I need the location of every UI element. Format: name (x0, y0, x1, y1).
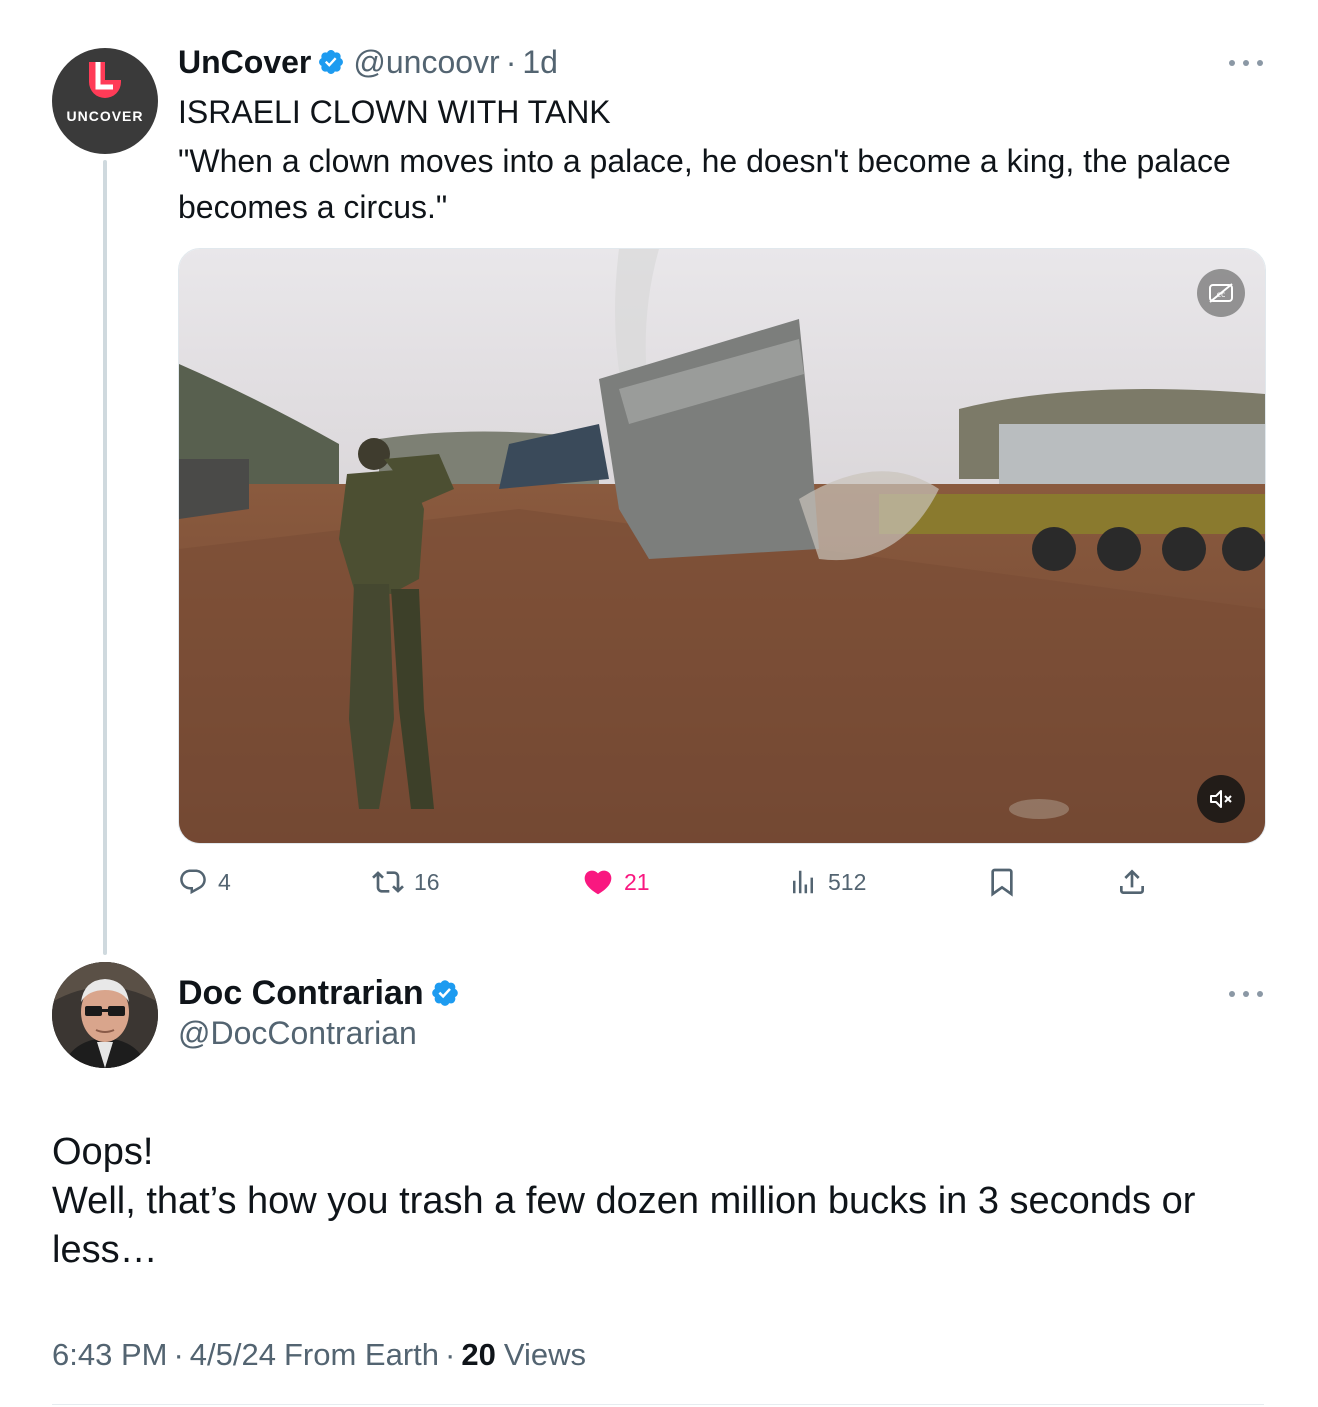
display-name[interactable]: UnCover (178, 44, 311, 81)
tweet-body-line: Well, that’s how you trash a few dozen m… (52, 1180, 1196, 1222)
separator: · (445, 1337, 456, 1372)
views-button[interactable]: 512 (788, 862, 866, 902)
post-time[interactable]: 6:43 PM (52, 1337, 167, 1373)
more-icon[interactable] (1229, 58, 1263, 68)
separator: · (173, 1337, 184, 1372)
more-icon[interactable] (1229, 989, 1263, 999)
thread-connector-line (103, 160, 107, 955)
avatar-logo-text: UNCOVER (66, 108, 144, 124)
post-date[interactable]: 4/5/24 (190, 1337, 276, 1373)
video-frame (179, 249, 1265, 843)
views-count: 20 (461, 1337, 496, 1372)
repost-button[interactable]: 16 (372, 862, 440, 902)
tweet-title: ISRAELI CLOWN WITH TANK (178, 94, 611, 130)
handle[interactable]: @uncoovr (353, 44, 499, 81)
separator: · (505, 43, 517, 80)
views-count: 512 (828, 868, 867, 895)
repost-count: 16 (414, 868, 440, 895)
like-button[interactable]: 21 (582, 862, 650, 902)
tweet-body: Oops! Well, that’s how you trash a few d… (52, 1128, 1232, 1275)
views-label: Views (503, 1337, 586, 1372)
captions-off-icon[interactable]: cc (1197, 269, 1245, 317)
handle[interactable]: @DocContrarian (178, 1015, 417, 1052)
post-source: From Earth (283, 1337, 440, 1372)
doc-contrarian-avatar[interactable] (52, 962, 158, 1068)
reply-icon (180, 869, 206, 895)
reply-button[interactable]: 4 (178, 862, 231, 902)
tweet-metadata: 6:43 PM · 4/5/24 From Earth · 20 Views (52, 1334, 586, 1376)
tweet-header: Doc Contrarian (178, 972, 468, 1014)
tweet-header: UnCover @uncoovr · 1d (178, 42, 558, 82)
profile-photo (52, 962, 158, 1068)
heart-filled-icon (584, 870, 612, 895)
views-bar-chart-icon (793, 870, 813, 894)
tweet-body-line: Oops! (52, 1131, 154, 1173)
share-icon[interactable] (1116, 862, 1148, 902)
verified-badge-icon (319, 50, 344, 74)
video-player[interactable]: cc (178, 248, 1266, 844)
uncover-avatar[interactable]: UNCOVER (52, 48, 158, 154)
tweet-body-line: less… (52, 1229, 158, 1271)
muted-speaker-icon[interactable] (1197, 775, 1245, 823)
bookmark-icon[interactable] (986, 862, 1018, 902)
divider (52, 1404, 1264, 1405)
display-name[interactable]: Doc Contrarian (178, 974, 424, 1013)
tweet-quote: "When a clown moves into a palace, he do… (178, 143, 1231, 225)
reply-count: 4 (218, 868, 231, 895)
like-count: 21 (624, 868, 650, 895)
timestamp[interactable]: 1d (522, 44, 558, 81)
verified-badge-icon (431, 980, 458, 1006)
tweet-thread: UNCOVER UnCover @uncoovr · 1d ISRAELI CL… (0, 0, 1318, 1407)
tweet-action-bar: 4 16 21 512 (178, 862, 1178, 902)
repost-icon (372, 871, 404, 893)
uncover-logo-icon (89, 62, 121, 98)
